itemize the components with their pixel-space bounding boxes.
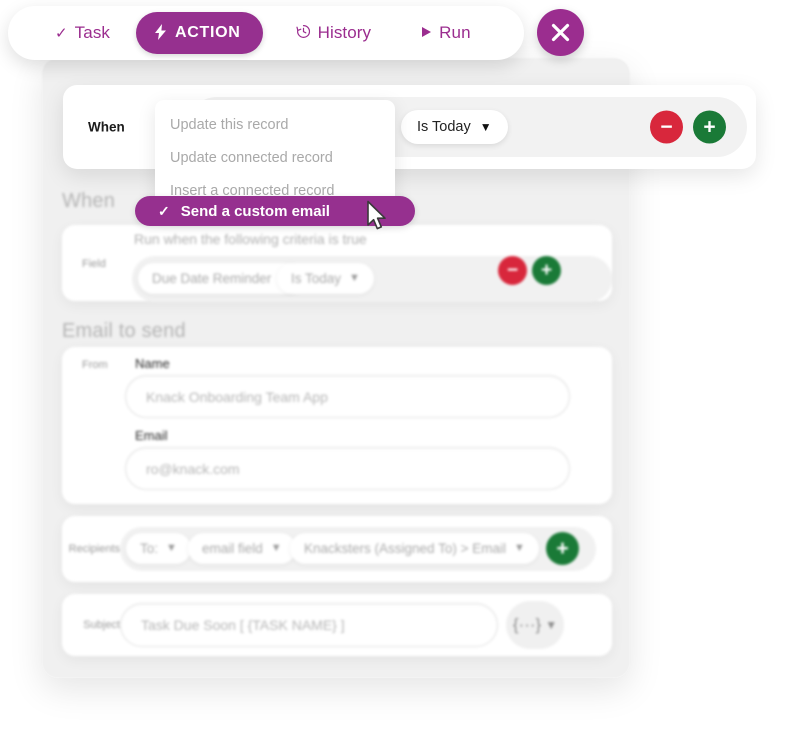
chevron-down-icon: ▼ bbox=[270, 542, 282, 554]
chevron-down-icon: ▼ bbox=[545, 618, 558, 632]
recipient-type-label: email field bbox=[202, 541, 263, 556]
criteria-helper-text: Run when the following criteria is true bbox=[134, 231, 367, 247]
merge-field-icon: {···} bbox=[512, 615, 542, 634]
from-row-label: From bbox=[82, 359, 108, 371]
recipient-direction-label: To: bbox=[140, 541, 159, 556]
when-criteria-card: Field Run when the following criteria is… bbox=[62, 225, 612, 302]
when-action-label: When bbox=[88, 119, 125, 135]
add-recipient-button[interactable]: + bbox=[546, 532, 579, 565]
from-name-placeholder: Knack Onboarding Team App bbox=[146, 388, 328, 405]
check-icon: ✓ bbox=[158, 203, 170, 219]
operator-select-label: Is Today bbox=[291, 271, 342, 286]
clock-icon bbox=[295, 24, 311, 42]
email-from-card: From Name Knack Onboarding Team App Emai… bbox=[62, 347, 612, 504]
from-email-label: Email bbox=[135, 428, 168, 443]
tab-action[interactable]: ACTION bbox=[136, 12, 263, 54]
email-section-title: Email to send bbox=[62, 320, 186, 342]
recipients-card: Recipients To: ▼ email field ▼ Knackster… bbox=[62, 516, 612, 582]
tab-run[interactable]: Run bbox=[421, 23, 471, 43]
dropdown-item-update-connected-record[interactable]: Update connected record bbox=[155, 142, 395, 175]
tab-task-label: Task bbox=[74, 23, 111, 42]
from-name-input[interactable]: Knack Onboarding Team App bbox=[125, 375, 570, 418]
recipient-source-select[interactable]: Knacksters (Assigned To) > Email ▼ bbox=[290, 533, 539, 564]
chevron-down-icon: ▼ bbox=[479, 120, 492, 134]
field-select-label: Due Date Reminder bbox=[152, 271, 272, 286]
play-icon bbox=[421, 26, 432, 41]
tab-run-label: Run bbox=[439, 23, 471, 42]
chevron-down-icon: ▼ bbox=[349, 272, 360, 284]
close-button[interactable] bbox=[537, 9, 584, 56]
add-action-button[interactable]: + bbox=[693, 110, 726, 144]
recipient-type-select[interactable]: email field ▼ bbox=[188, 533, 296, 564]
tab-history[interactable]: History bbox=[295, 23, 372, 43]
tab-task[interactable]: ✓ Task bbox=[55, 23, 110, 43]
tab-action-label: ACTION bbox=[175, 24, 241, 41]
from-email-input[interactable]: ro@knack.com bbox=[125, 447, 570, 490]
dropdown-item-update-this-record[interactable]: Update this record bbox=[155, 109, 395, 142]
recipient-direction-select[interactable]: To: ▼ bbox=[126, 533, 191, 564]
app-screenshot: When Field Run when the following criter… bbox=[0, 0, 800, 736]
dropdown-selected-label: Send a custom email bbox=[180, 202, 330, 220]
recipient-source-label: Knacksters (Assigned To) > Email bbox=[304, 541, 506, 556]
subject-placeholder: Task Due Soon [ {TASK NAME} ] bbox=[141, 617, 345, 633]
recipients-row-label: Recipients bbox=[68, 543, 120, 555]
tab-history-label: History bbox=[317, 23, 372, 42]
remove-action-button[interactable]: − bbox=[650, 110, 683, 144]
bolt-icon bbox=[155, 23, 167, 43]
chevron-down-icon: ▼ bbox=[166, 542, 177, 554]
check-icon: ✓ bbox=[55, 24, 68, 42]
remove-criteria-button[interactable]: − bbox=[498, 256, 527, 285]
when-action-buttons: − + bbox=[650, 110, 726, 144]
from-email-placeholder: ro@knack.com bbox=[146, 460, 240, 477]
close-icon bbox=[551, 23, 570, 42]
insert-merge-field-button[interactable]: {···} ▼ bbox=[506, 601, 564, 649]
action-condition-label: Is Today bbox=[417, 119, 471, 135]
from-name-label: Name bbox=[135, 356, 170, 371]
workflow-tab-bar: ✓ Task ACTION History Run bbox=[8, 6, 524, 60]
subject-row-label: Subject bbox=[83, 619, 120, 631]
subject-card: Subject Task Due Soon [ {TASK NAME} ] {·… bbox=[62, 594, 612, 656]
when-section-title: When bbox=[62, 190, 116, 212]
add-criteria-button[interactable]: + bbox=[532, 256, 561, 285]
dropdown-item-send-a-custom-email[interactable]: ✓ Send a custom email bbox=[135, 196, 415, 226]
action-condition-select[interactable]: Is Today ▼ bbox=[401, 110, 508, 144]
chevron-down-icon: ▼ bbox=[513, 542, 525, 554]
field-row-label: Field bbox=[82, 258, 106, 270]
operator-select-is-today[interactable]: Is Today ▼ bbox=[277, 263, 374, 294]
subject-input[interactable]: Task Due Soon [ {TASK NAME} ] bbox=[120, 603, 498, 647]
